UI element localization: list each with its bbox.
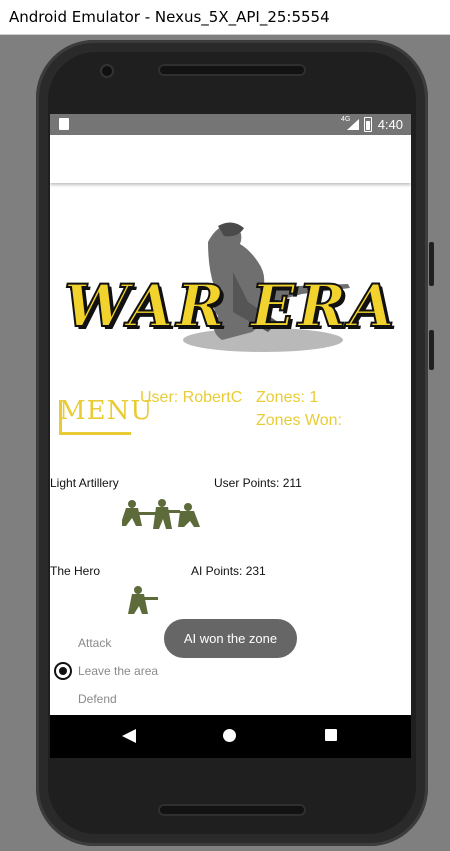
emulator-title-bar: Android Emulator - Nexus_5X_API_25:5554 <box>0 0 450 35</box>
status-time: 4:40 <box>377 117 403 132</box>
app-screen: 4G 4:40 WAR ERA MENU User: RobertC Zones… <box>50 114 411 758</box>
logo-title: WAR ERA <box>63 271 398 341</box>
zones-won-label: Zones Won: <box>256 412 342 429</box>
status-bar: 4G 4:40 <box>50 114 411 135</box>
war-era-logo: WAR ERA <box>58 212 404 360</box>
unit-name-the-hero: The Hero <box>50 564 101 578</box>
radio-selected[interactable] <box>54 662 72 680</box>
ai-points: AI Points: 231 <box>191 564 266 578</box>
home-icon[interactable] <box>223 729 236 742</box>
back-icon[interactable] <box>122 729 136 743</box>
zones-label: Zones: 1 <box>256 389 319 406</box>
option-defend[interactable]: Defend <box>78 692 117 706</box>
recents-icon[interactable] <box>325 729 337 741</box>
user-label: User: RobertC <box>140 389 243 406</box>
toast-message: AI won the zone <box>164 619 297 658</box>
volume-button[interactable] <box>429 242 434 286</box>
hero-soldier-icon <box>128 586 158 614</box>
window-title: Android Emulator - Nexus_5X_API_25:5554 <box>9 8 330 26</box>
bottom-speaker <box>158 804 306 816</box>
camera-icon <box>102 66 112 76</box>
app-toolbar <box>50 135 411 183</box>
battery-icon <box>364 117 372 132</box>
light-artillery-soldiers-icon <box>122 499 200 529</box>
option-attack[interactable]: Attack <box>78 636 111 650</box>
option-leave-area[interactable]: Leave the area <box>78 664 158 678</box>
navigation-bar <box>50 715 411 758</box>
sd-card-icon <box>59 118 69 130</box>
top-speaker <box>158 64 306 76</box>
power-button[interactable] <box>429 330 434 370</box>
unit-name-light-artillery: Light Artillery <box>50 476 119 490</box>
signal-icon <box>347 119 359 130</box>
user-points: User Points: 211 <box>214 476 302 490</box>
